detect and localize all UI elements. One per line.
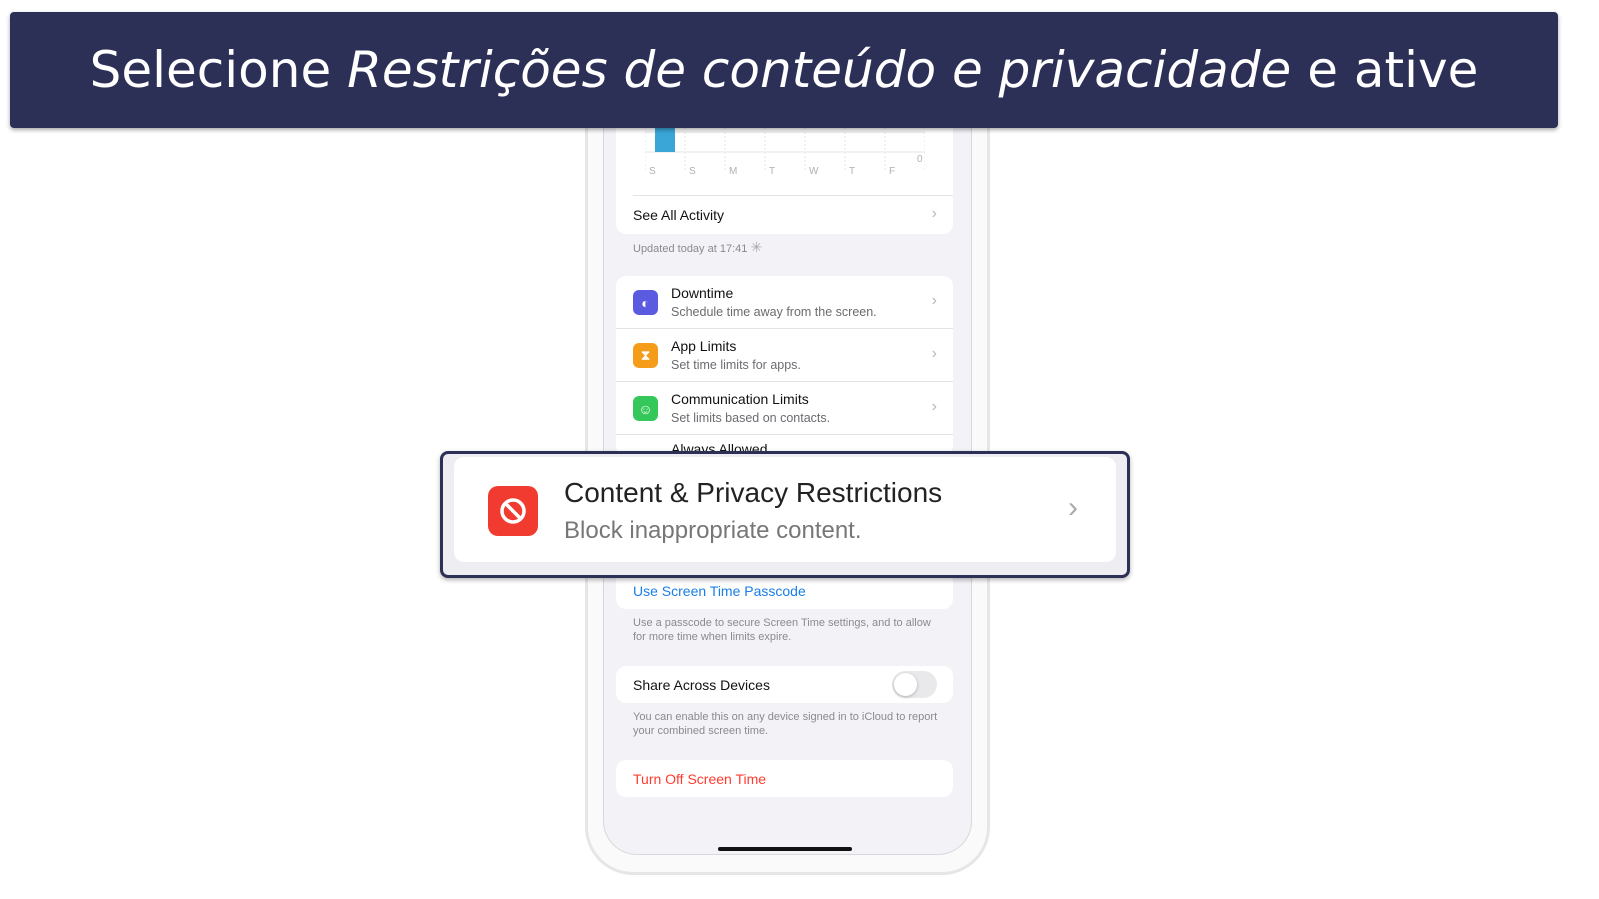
share-label: Share Across Devices xyxy=(633,677,770,693)
turn-off-card: Turn Off Screen Time xyxy=(616,760,953,797)
row-subtitle: Schedule time away from the screen. xyxy=(671,305,877,319)
communication-limits-row[interactable]: ☺ Communication Limits Set limits based … xyxy=(616,382,953,435)
see-all-activity-row[interactable]: See All Activity › xyxy=(633,195,953,234)
downtime-row[interactable]: ◐ Downtime Schedule time away from the s… xyxy=(616,276,953,329)
passcode-footer: Use a passcode to secure Screen Time set… xyxy=(633,617,931,643)
home-indicator xyxy=(718,847,852,851)
banner-suffix: e ative xyxy=(1291,41,1479,99)
updated-label: Updated today at 17:41 ✳ xyxy=(633,240,943,256)
person-circle-icon: ☺ xyxy=(633,396,658,421)
chevron-right-icon: › xyxy=(931,398,937,415)
chevron-right-icon: › xyxy=(931,205,937,222)
share-toggle[interactable] xyxy=(892,671,937,698)
banner-prefix: Selecione xyxy=(89,41,348,99)
chevron-right-icon: › xyxy=(1068,491,1078,524)
callout-subtitle: Block inappropriate content. xyxy=(564,517,862,544)
limits-card: ◐ Downtime Schedule time away from the s… xyxy=(616,276,953,456)
loading-spinner-icon: ✳ xyxy=(750,239,763,255)
row-subtitle: Set limits based on contacts. xyxy=(671,411,831,425)
callout-title: Content & Privacy Restrictions xyxy=(564,477,943,508)
day-label: S xyxy=(649,166,656,177)
day-label: W xyxy=(809,166,819,177)
see-all-activity-label: See All Activity xyxy=(633,207,725,223)
chevron-right-icon: › xyxy=(931,292,937,309)
day-label: S xyxy=(689,166,696,177)
day-label: F xyxy=(889,166,896,177)
content-privacy-callout[interactable]: Content & Privacy Restrictions Block ina… xyxy=(440,451,1130,578)
banner-italic: Restrições de conteúdo e privacidade xyxy=(347,41,1292,99)
chevron-right-icon: › xyxy=(931,345,937,362)
turn-off-button[interactable]: Turn Off Screen Time xyxy=(633,771,766,787)
day-label: T xyxy=(849,166,856,177)
app-limits-row[interactable]: ⧗ App Limits Set time limits for apps. › xyxy=(616,329,953,382)
row-title: Downtime xyxy=(671,285,734,301)
day-label: T xyxy=(769,166,776,177)
hourglass-icon: ⧗ xyxy=(633,343,658,368)
updated-text: Updated today at 17:41 xyxy=(633,243,748,255)
share-footer: You can enable this on any device signed… xyxy=(633,711,938,737)
share-card: Share Across Devices xyxy=(616,666,953,703)
moon-clock-icon: ◐ xyxy=(633,290,658,315)
use-passcode-link[interactable]: Use Screen Time Passcode xyxy=(633,583,806,599)
instruction-banner: Selecione Restrições de conteúdo e priva… xyxy=(10,12,1558,128)
row-title: App Limits xyxy=(671,338,737,354)
chart-zero-label: 0 xyxy=(917,154,923,165)
day-label: M xyxy=(729,166,738,177)
no-entry-icon xyxy=(488,486,538,536)
row-subtitle: Set time limits for apps. xyxy=(671,358,801,372)
row-title: Communication Limits xyxy=(671,391,809,407)
